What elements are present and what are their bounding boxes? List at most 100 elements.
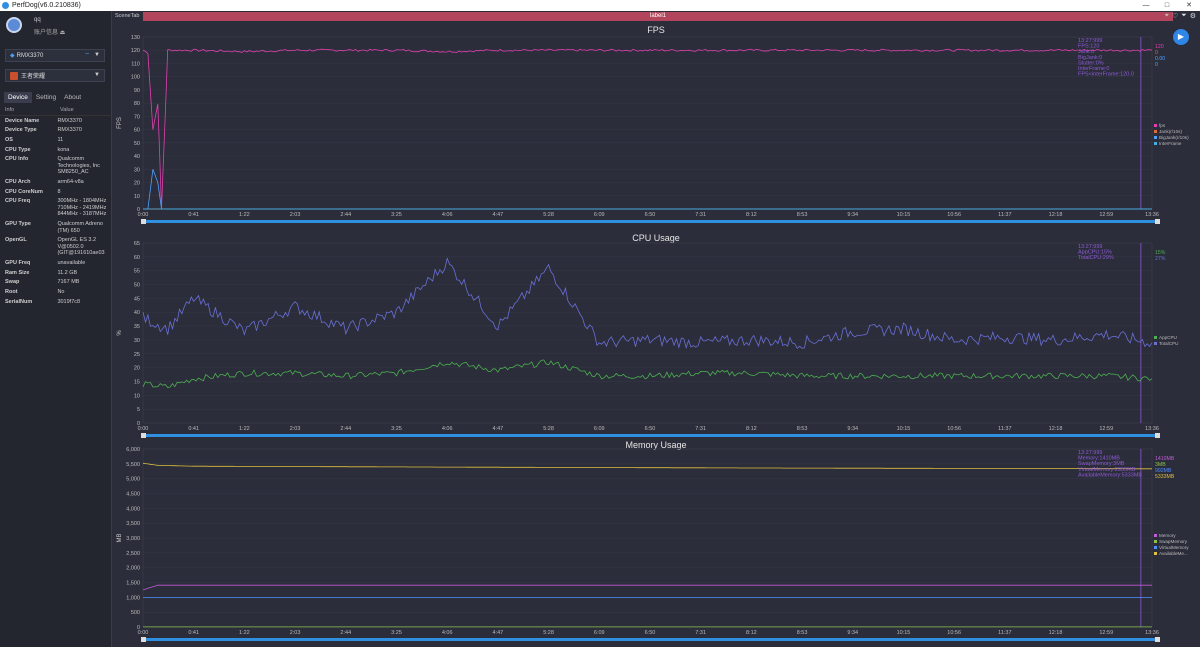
sidebar: qq 账户信息 ⏏ ◆ RMX3370 ⌔ ▼ 王者荣耀 ▼ Device Se… — [0, 11, 112, 647]
charts-canvas: 0 10 20 30 40 50 60 70 80 90 100 110 120 130 FPS 0:00 0:… — [117, 35, 1189, 642]
fps-time-scrollbar[interactable] — [143, 220, 1158, 223]
fps-y-tick-label: 30 — [134, 167, 140, 173]
memory-current-value: 5333MB — [1155, 474, 1175, 480]
cpu-y-tick-label: 55 — [134, 269, 140, 275]
close-button[interactable]: ✕ — [1182, 0, 1196, 11]
window-titlebar: PerfDog(v6.0.210836) — □ ✕ — [0, 0, 1200, 11]
info-key: GPU Type — [5, 221, 31, 228]
fps-y-tick-label: 130 — [131, 35, 140, 41]
memory-x-tick-label: 8:12 — [746, 630, 757, 636]
wifi-icon: ⌔ — [84, 53, 90, 59]
fps-x-tick-label: 12:59 — [1099, 212, 1113, 218]
fps-chart: 0 10 20 30 40 50 60 70 80 90 100 110 120 130 FPS 0:00 0:… — [117, 35, 1189, 224]
tab-setting[interactable]: Setting — [32, 92, 60, 103]
cpu-legend-swatch — [1154, 336, 1157, 339]
main-panel: SceneTab label1 ⌖ ♡ ⏷ ⚙ ▶ FPS CPU Usage … — [112, 11, 1200, 647]
fps-x-tick-label: 3:25 — [391, 212, 402, 218]
memory-y-axis-label: MB — [117, 534, 123, 543]
cpu-plot-area — [142, 242, 1153, 424]
memory-legend-label: VirtualMemory — [1159, 545, 1189, 550]
info-value: 300MHz - 1804MHz 710MHz - 2419MHz 844MHz… — [57, 198, 107, 218]
info-value: arm64-v8a — [57, 179, 84, 186]
fps-y-axis-label: FPS — [117, 117, 123, 129]
tab-about[interactable]: About — [60, 92, 85, 103]
memory-x-tick-label: 1:22 — [239, 630, 250, 636]
memory-legend-swatch — [1154, 552, 1157, 555]
device-info-table: Info Value Device Name RMX3370 Device Type… — [0, 105, 112, 307]
info-key: OpenGL — [5, 237, 27, 244]
memory-y-tick-label: 2,500 — [126, 551, 140, 557]
cpu-y-tick-label: 45 — [134, 296, 140, 302]
cpu-legend-label: AppCPU — [1159, 335, 1177, 340]
memory-time-scrollbar[interactable] — [143, 638, 1158, 641]
info-value: 11 — [57, 136, 64, 143]
cpu-x-tick-label: 12:18 — [1049, 426, 1063, 432]
tab-device[interactable]: Device — [4, 92, 32, 103]
user-panel — [6, 17, 22, 33]
device-select[interactable]: ◆ RMX3370 ⌔ ▼ — [5, 49, 105, 62]
fps-y-tick-label: 50 — [134, 141, 140, 147]
cpu-x-tick-label: 2:44 — [340, 426, 351, 432]
info-row: CPU Info Qualcomm Technologies, Inc SM825… — [0, 155, 112, 178]
fps-x-tick-label: 4:47 — [493, 212, 504, 218]
info-row: Device Name RMX3370 — [0, 116, 112, 126]
memory-x-tick-label: 4:47 — [493, 630, 504, 636]
cpu-x-tick-label: 12:59 — [1099, 426, 1113, 432]
fps-x-tick-label: 9:34 — [847, 212, 858, 218]
cpu-time-scrollbar[interactable] — [143, 434, 1158, 437]
info-value: Qualcomm Adreno (TM) 650 — [57, 221, 103, 234]
info-row: Root No — [0, 287, 112, 297]
info-row: OpenGL OpenGL ES 3.2 V@0502.0 (GIT@191610… — [0, 236, 112, 259]
info-row: GPU Type Qualcomm Adreno (TM) 650 — [0, 220, 112, 236]
app-logo-icon — [2, 2, 9, 9]
memory-x-tick-label: 2:03 — [290, 630, 301, 636]
cpu-y-tick-label: 50 — [134, 283, 140, 289]
fps-legend-label: BigJank(r/10s) — [1159, 135, 1189, 140]
memory-legend-swatch — [1154, 546, 1157, 549]
memory-chart: 05001,0001,5002,0002,5003,0003,5004,0004… — [117, 447, 1189, 642]
fps-y-tick-label: 40 — [134, 154, 140, 160]
cpu-scroll-handle-left[interactable] — [141, 433, 146, 438]
memory-y-tick-label: 3,000 — [126, 536, 140, 542]
fps-x-tick-label: 8:53 — [797, 212, 808, 218]
cpu-series-line-TotalCPU — [142, 257, 1153, 350]
cpu-x-tick-label: 0:41 — [188, 426, 199, 432]
info-key: GPU Freq — [5, 259, 31, 266]
memory-y-tick-label: 500 — [131, 610, 140, 616]
fps-scroll-handle-right[interactable] — [1155, 219, 1160, 224]
cpu-scroll-handle-right[interactable] — [1155, 433, 1160, 438]
fps-scroll-handle-left[interactable] — [141, 219, 146, 224]
memory-x-tick-label: 0:00 — [138, 630, 149, 636]
maximize-button[interactable]: □ — [1160, 0, 1174, 11]
minimize-button[interactable]: — — [1139, 0, 1153, 11]
info-key: Root — [5, 289, 18, 296]
memory-y-tick-label: 1,500 — [126, 581, 140, 587]
avatar[interactable] — [6, 17, 22, 33]
cpu-x-tick-label: 13:36 — [1145, 426, 1159, 432]
app-game-icon — [10, 71, 18, 80]
fps-x-tick-label: 12:18 — [1049, 212, 1063, 218]
memory-scroll-handle-right[interactable] — [1155, 637, 1160, 642]
memory-legend-label: SwapMemory — [1159, 539, 1188, 544]
fps-series-line-fps — [142, 48, 1153, 209]
memory-scroll-handle-left[interactable] — [141, 637, 146, 642]
info-key: CPU Type — [5, 146, 31, 153]
info-row: Swap 7167 MB — [0, 278, 112, 288]
memory-legend-label: AvailableMe... — [1159, 551, 1188, 556]
info-key: Swap — [5, 279, 20, 286]
memory-y-tick-label: 5,000 — [126, 477, 140, 483]
memory-x-tick-label: 10:56 — [947, 630, 961, 636]
fps-x-tick-label: 6:50 — [645, 212, 656, 218]
memory-x-tick-label: 9:34 — [847, 630, 858, 636]
info-value: Qualcomm Technologies, Inc SM8250_AC — [57, 156, 100, 176]
info-row: CPU Freq 300MHz - 1804MHz 710MHz - 2419MH… — [0, 197, 112, 220]
info-value: kona — [57, 146, 70, 153]
fps-legend-swatch — [1154, 130, 1157, 133]
fps-y-tick-label: 100 — [131, 75, 140, 81]
info-value: 3019f7c8 — [57, 298, 81, 305]
app-select[interactable]: 王者荣耀 ▼ — [5, 69, 105, 82]
cpu-x-tick-label: 5:28 — [543, 426, 554, 432]
memory-x-tick-label: 2:44 — [340, 630, 351, 636]
device-diamond-icon: ◆ — [10, 53, 15, 59]
account-info-link[interactable]: 账户信息 ⏏ — [34, 27, 65, 36]
